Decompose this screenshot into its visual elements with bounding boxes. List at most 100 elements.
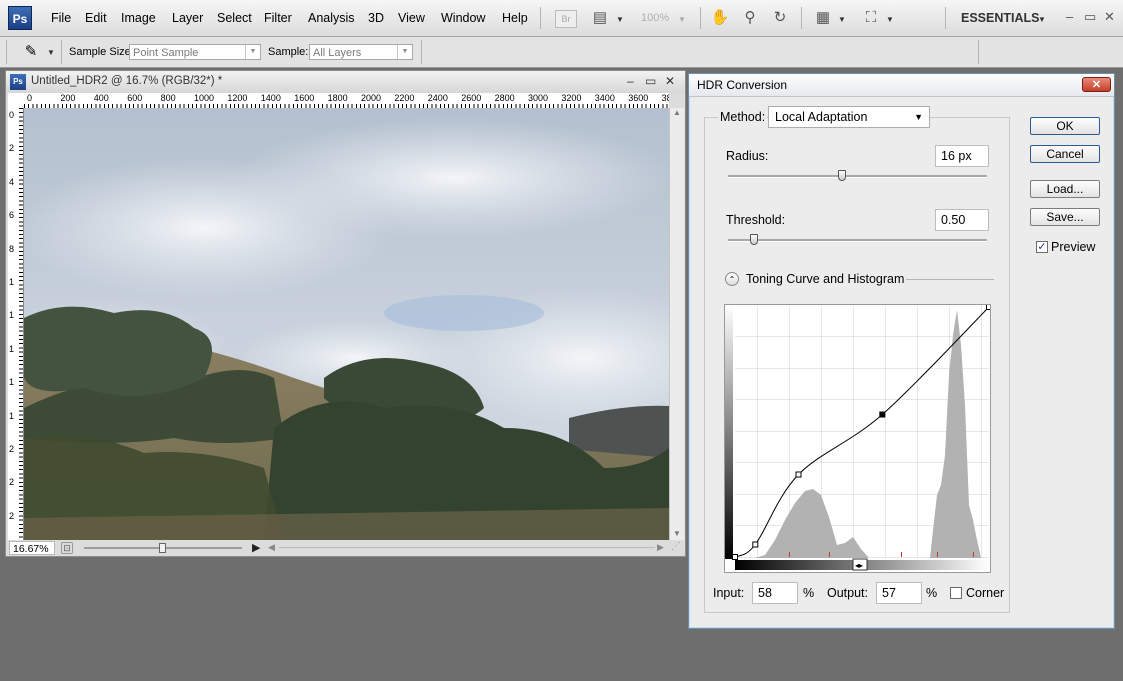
image-canvas[interactable] <box>24 108 669 540</box>
hdr-conversion-dialog: HDR Conversion ✕ Method: Local Adaptatio… <box>688 73 1115 629</box>
chevron-down-icon[interactable]: ▼ <box>616 15 624 24</box>
section-divider <box>906 279 994 280</box>
corner-checkbox[interactable] <box>950 587 962 599</box>
ruler-tick-label: 400 <box>93 93 109 103</box>
chevron-down-icon[interactable]: ▼ <box>47 48 55 57</box>
toning-curve-label: Toning Curve and Histogram <box>746 272 905 286</box>
zoom-icon[interactable]: ⚲ <box>740 8 760 28</box>
curve-point[interactable] <box>752 541 759 548</box>
chevron-down-icon: ▼ <box>245 45 260 59</box>
zoom-slider-thumb[interactable] <box>159 543 166 553</box>
preview-checkbox[interactable]: ✓ <box>1036 241 1048 253</box>
menu-window[interactable]: Window <box>441 11 485 25</box>
menu-select[interactable]: Select <box>217 11 252 25</box>
chevron-down-icon[interactable]: ▼ <box>886 15 894 24</box>
play-icon[interactable]: ▶ <box>252 541 260 554</box>
ruler-tick-label: 2600 <box>461 93 482 103</box>
scroll-left-arrow[interactable]: ◀ <box>268 542 275 553</box>
menu-file[interactable]: File <box>51 11 71 25</box>
document-status-bar: 16.67% ⊡ ▶ ◀ ▶ ⋰ <box>6 540 685 556</box>
output-value-field[interactable]: 57 <box>876 582 922 604</box>
radius-slider-thumb[interactable] <box>837 170 846 181</box>
threshold-slider-thumb[interactable] <box>749 234 758 245</box>
radius-input[interactable]: 16 px <box>935 145 989 167</box>
chevron-down-icon[interactable]: ▼ <box>678 15 686 24</box>
horizontal-scrollbar[interactable] <box>279 547 655 548</box>
cancel-button[interactable]: Cancel <box>1030 145 1100 163</box>
rotate-icon[interactable]: ↻ <box>770 8 790 28</box>
workspace-switcher[interactable]: ESSENTIALS <box>961 11 1040 25</box>
zoom-field[interactable]: 16.67% <box>9 541 55 555</box>
ok-button[interactable]: OK <box>1030 117 1100 135</box>
doc-maximize-button[interactable]: ▭ <box>645 74 656 88</box>
output-label: Output: <box>827 586 868 600</box>
menu-edit[interactable]: Edit <box>85 11 107 25</box>
scroll-right-arrow[interactable]: ▶ <box>657 542 664 553</box>
toning-curve-panel[interactable]: ◂▸ <box>724 304 992 573</box>
ruler-tick-label: 600 <box>127 93 143 103</box>
menu-image[interactable]: Image <box>121 11 156 25</box>
menu-filter[interactable]: Filter <box>264 11 292 25</box>
close-button[interactable]: ✕ <box>1104 9 1115 25</box>
ruler-tick-label: 800 <box>160 93 176 103</box>
menu-layer[interactable]: Layer <box>172 11 203 25</box>
dialog-close-button[interactable]: ✕ <box>1082 77 1111 92</box>
doc-minimize-button[interactable]: – <box>627 74 634 88</box>
ruler-tick-label: 0 <box>9 110 15 120</box>
options-separator <box>61 40 62 64</box>
toning-curve-chart[interactable]: ◂▸ <box>725 304 992 572</box>
zoom-mode-icon[interactable]: ⊡ <box>61 542 73 554</box>
chevron-down-icon[interactable]: ▼ <box>838 15 846 24</box>
scroll-down-arrow[interactable]: ▼ <box>673 529 681 538</box>
photoshop-doc-icon: Ps <box>10 74 26 90</box>
save-button[interactable]: Save... <box>1030 208 1100 226</box>
ruler-tick-label: 3200 <box>561 93 582 103</box>
menu-help[interactable]: Help <box>502 11 528 25</box>
dialog-title: HDR Conversion <box>697 78 788 92</box>
menu-3d[interactable]: 3D <box>368 11 384 25</box>
doc-close-button[interactable]: ✕ <box>665 74 675 88</box>
camera-raw-icon[interactable]: ▤ <box>590 8 610 28</box>
scroll-up-arrow[interactable]: ▲ <box>673 108 681 117</box>
input-value-field[interactable]: 58 <box>752 582 798 604</box>
preview-label: Preview <box>1051 240 1096 254</box>
bridge-icon[interactable]: Br <box>555 10 577 28</box>
ruler-tick-label: 2800 <box>494 93 515 103</box>
threshold-input[interactable]: 0.50 <box>935 209 989 231</box>
hand-icon[interactable]: ✋ <box>710 8 730 28</box>
curve-point[interactable] <box>795 471 802 478</box>
menu-view[interactable]: View <box>398 11 425 25</box>
arrange-documents-icon[interactable]: ▦ <box>813 8 833 28</box>
ruler-tick-label: 1200 <box>227 93 248 103</box>
minimize-button[interactable]: – <box>1066 9 1073 24</box>
collapse-section-icon[interactable]: ⌃ <box>725 272 739 286</box>
resize-grip-icon[interactable]: ⋰ <box>671 541 681 552</box>
threshold-slider[interactable] <box>728 239 987 242</box>
curve-point[interactable] <box>879 411 886 418</box>
eyedropper-icon[interactable]: ✎ <box>20 41 42 63</box>
sample-size-select[interactable]: Point Sample ▼ <box>129 44 261 60</box>
screen-mode-icon[interactable]: ⛶ <box>861 8 881 28</box>
ruler-tick-label: 1 <box>9 343 15 354</box>
menu-analysis[interactable]: Analysis <box>308 11 355 25</box>
document-title-bar[interactable]: Ps Untitled_HDR2 @ 16.7% (RGB/32*) * – ▭… <box>6 71 685 93</box>
curve-point[interactable] <box>986 304 992 310</box>
radius-label: Radius: <box>726 149 769 163</box>
ruler-tick-label: 1600 <box>294 93 315 103</box>
method-select[interactable]: Local Adaptation ▼ <box>768 106 930 128</box>
curve-point[interactable] <box>732 554 738 560</box>
sample-select[interactable]: All Layers ▼ <box>309 44 413 60</box>
maximize-button[interactable]: ▭ <box>1084 9 1096 25</box>
horizontal-ruler[interactable]: 0 200 400 600 800 1000 1200 1400 1600 1800 2000 220… <box>24 93 669 109</box>
chevron-down-icon[interactable]: ▼ <box>1038 15 1046 24</box>
load-button[interactable]: Load... <box>1030 180 1100 198</box>
ruler-tick-label: 2400 <box>427 93 448 103</box>
radius-slider[interactable] <box>728 175 987 178</box>
dialog-title-bar[interactable]: HDR Conversion ✕ <box>689 74 1114 97</box>
ruler-tick-label: 1 <box>9 377 15 388</box>
ruler-tick-label: 2200 <box>394 93 415 103</box>
vertical-ruler[interactable]: 0 2 4 6 8 1 1 1 1 1 2 2 2 <box>8 108 24 540</box>
ruler-origin[interactable] <box>8 93 25 109</box>
vertical-scrollbar[interactable]: ▲ ▼ <box>669 108 684 540</box>
zoom-level[interactable]: 100% <box>641 12 669 24</box>
